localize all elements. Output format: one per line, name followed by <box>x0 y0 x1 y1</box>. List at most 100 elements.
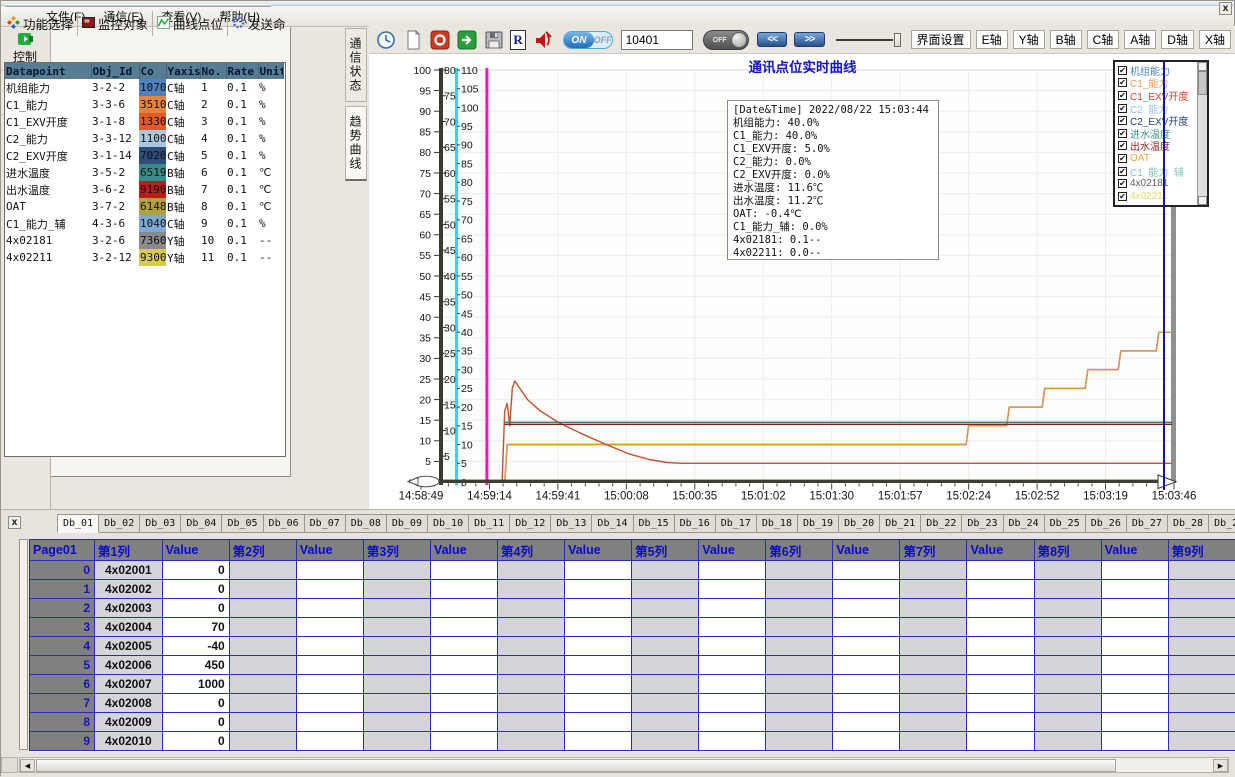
row-index-cell[interactable]: 2 <box>30 599 95 618</box>
register-empty-cell[interactable] <box>699 618 766 637</box>
db-tab-Db_21[interactable]: Db_21 <box>880 514 921 533</box>
register-empty-cell[interactable] <box>1101 561 1168 580</box>
dp-col-header[interactable]: Unit <box>258 63 283 79</box>
db-tab-Db_14[interactable]: Db_14 <box>592 514 633 533</box>
db-tab-Db_06[interactable]: Db_06 <box>264 514 305 533</box>
register-col-header[interactable]: 第6列 <box>766 540 833 561</box>
register-row[interactable]: 84x020090 <box>30 713 1235 732</box>
register-empty-cell[interactable] <box>229 561 296 580</box>
register-empty-cell[interactable] <box>632 732 699 751</box>
register-empty-cell[interactable] <box>632 637 699 656</box>
ui-settings-button[interactable]: 界面设置 <box>911 30 971 49</box>
register-empty-cell[interactable] <box>900 675 967 694</box>
register-empty-cell[interactable] <box>967 713 1034 732</box>
register-empty-cell[interactable] <box>565 561 632 580</box>
register-empty-cell[interactable] <box>632 675 699 694</box>
record-toggle[interactable]: OFF <box>703 30 749 50</box>
register-empty-cell[interactable] <box>967 618 1034 637</box>
register-empty-cell[interactable] <box>296 599 363 618</box>
register-address-cell[interactable]: 4x02007 <box>95 675 163 694</box>
register-col-header[interactable]: Value <box>967 540 1034 561</box>
register-empty-cell[interactable] <box>430 732 497 751</box>
register-value-cell[interactable]: 0 <box>162 580 229 599</box>
register-empty-cell[interactable] <box>363 561 430 580</box>
register-empty-cell[interactable] <box>967 637 1034 656</box>
register-col-header[interactable]: Value <box>296 540 363 561</box>
register-col-header[interactable]: 第8列 <box>1034 540 1101 561</box>
register-empty-cell[interactable] <box>833 656 900 675</box>
r-button[interactable]: R <box>510 30 526 50</box>
register-empty-cell[interactable] <box>229 637 296 656</box>
bottom-scroll-left-icon[interactable]: ◀ <box>20 759 35 772</box>
legend-checkbox[interactable]: ✔ <box>1118 154 1127 163</box>
register-col-header[interactable]: 第2列 <box>229 540 296 561</box>
register-col-header[interactable]: Value <box>565 540 632 561</box>
register-empty-cell[interactable] <box>430 561 497 580</box>
register-empty-cell[interactable] <box>699 656 766 675</box>
register-address-cell[interactable]: 4x02004 <box>95 618 163 637</box>
axis-button-C轴[interactable]: C轴 <box>1087 30 1120 49</box>
db-tab-Db_10[interactable]: Db_10 <box>428 514 469 533</box>
datapoint-row[interactable]: C1_能力_辅4-3-61040C轴90.1% <box>5 215 283 232</box>
register-empty-cell[interactable] <box>1101 580 1168 599</box>
register-empty-cell[interactable] <box>699 694 766 713</box>
register-address-cell[interactable]: 4x02008 <box>95 694 163 713</box>
db-tab-Db_04[interactable]: Db_04 <box>181 514 222 533</box>
legend-item-1[interactable]: ✔C1_能力 <box>1118 77 1196 90</box>
time-cursor[interactable] <box>1163 62 1165 490</box>
register-empty-cell[interactable] <box>363 732 430 751</box>
register-value-cell[interactable]: 70 <box>162 618 229 637</box>
dp-col-header[interactable]: Obj_Id <box>91 63 139 79</box>
register-empty-cell[interactable] <box>766 656 833 675</box>
register-empty-cell[interactable] <box>699 713 766 732</box>
register-empty-cell[interactable] <box>766 561 833 580</box>
db-tab-Db_19[interactable]: Db_19 <box>798 514 839 533</box>
register-empty-cell[interactable] <box>565 618 632 637</box>
register-empty-cell[interactable] <box>900 656 967 675</box>
register-empty-cell[interactable] <box>632 694 699 713</box>
register-empty-cell[interactable] <box>1168 732 1235 751</box>
register-empty-cell[interactable] <box>1168 599 1235 618</box>
legend-item-10[interactable]: ✔4x02211 <box>1118 190 1196 203</box>
register-col-header[interactable]: 第9列 <box>1168 540 1235 561</box>
legend-scroll-thumb[interactable] <box>1198 71 1207 95</box>
bottom-scrollbar-thumb[interactable] <box>36 759 1116 772</box>
register-empty-cell[interactable] <box>699 675 766 694</box>
register-empty-cell[interactable] <box>229 732 296 751</box>
legend-checkbox[interactable]: ✔ <box>1118 78 1127 87</box>
register-empty-cell[interactable] <box>565 637 632 656</box>
register-empty-cell[interactable] <box>498 561 565 580</box>
legend-item-5[interactable]: ✔进水温度 <box>1118 127 1196 140</box>
legend-item-6[interactable]: ✔出水温度 <box>1118 140 1196 153</box>
register-empty-cell[interactable] <box>833 599 900 618</box>
register-value-cell[interactable]: -40 <box>162 637 229 656</box>
register-empty-cell[interactable] <box>565 580 632 599</box>
register-empty-cell[interactable] <box>632 580 699 599</box>
register-col-header[interactable]: 第4列 <box>498 540 565 561</box>
legend-checkbox[interactable]: ✔ <box>1118 129 1127 138</box>
off-segment[interactable]: OFF <box>594 32 612 48</box>
db-tab-Db_25[interactable]: Db_25 <box>1045 514 1086 533</box>
row-index-cell[interactable]: 8 <box>30 713 95 732</box>
register-row[interactable]: 24x020030 <box>30 599 1235 618</box>
register-empty-cell[interactable] <box>1168 637 1235 656</box>
panel-tab-3[interactable]: 发送命 <box>228 11 287 36</box>
register-empty-cell[interactable] <box>967 580 1034 599</box>
axis-button-D轴[interactable]: D轴 <box>1161 30 1194 49</box>
register-empty-cell[interactable] <box>833 675 900 694</box>
register-empty-cell[interactable] <box>498 599 565 618</box>
datapoint-row[interactable]: C2_能力3-3-121100C轴40.1% <box>5 130 283 147</box>
register-empty-cell[interactable] <box>1034 599 1101 618</box>
toggle-knob[interactable] <box>731 32 747 48</box>
row-index-cell[interactable]: 4 <box>30 637 95 656</box>
db-tab-Db_09[interactable]: Db_09 <box>387 514 428 533</box>
register-empty-cell[interactable] <box>1034 675 1101 694</box>
db-tab-Db_22[interactable]: Db_22 <box>921 514 962 533</box>
register-empty-cell[interactable] <box>565 694 632 713</box>
register-empty-cell[interactable] <box>766 694 833 713</box>
register-row[interactable]: 74x020080 <box>30 694 1235 713</box>
register-empty-cell[interactable] <box>1034 580 1101 599</box>
db-tab-Db_17[interactable]: Db_17 <box>716 514 757 533</box>
register-empty-cell[interactable] <box>363 580 430 599</box>
panel-gripper[interactable] <box>5 4 271 7</box>
